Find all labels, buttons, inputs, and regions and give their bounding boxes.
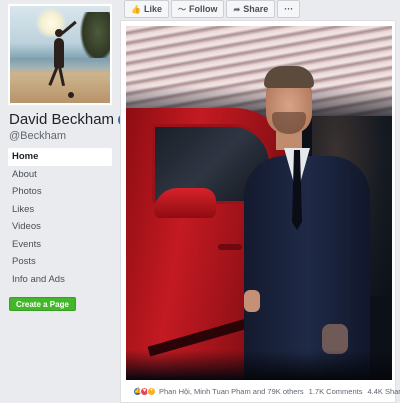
- post-counts: 1.7K Comments 4.4K Shares: [309, 387, 400, 396]
- nav-item-posts[interactable]: Posts: [8, 253, 112, 271]
- profile-photo[interactable]: [8, 4, 112, 105]
- page-name-text[interactable]: David Beckham: [9, 111, 114, 128]
- follow-button[interactable]: 〜 Follow: [170, 0, 225, 18]
- post-card: 👍 ♥ • Phan Hội, Minh Tuan Pham and 79K o…: [120, 20, 400, 403]
- photo-car-mirror: [154, 188, 216, 218]
- nav-item-events[interactable]: Events: [8, 236, 112, 254]
- photo-figure: [54, 29, 64, 68]
- share-button[interactable]: ➦ Share: [226, 0, 276, 18]
- reaction-icons[interactable]: 👍 ♥ •: [133, 387, 156, 396]
- photo-man-hair: [264, 66, 314, 88]
- photo-ball: [68, 92, 74, 98]
- photo-man-suit: [244, 156, 370, 380]
- post-photo[interactable]: [126, 26, 392, 380]
- share-label: Share: [243, 4, 269, 14]
- photo-man-hand: [244, 290, 260, 312]
- more-options-button[interactable]: ···: [277, 0, 301, 18]
- more-dots-icon: ···: [284, 4, 294, 14]
- post-reactions-bar: 👍 ♥ • Phan Hội, Minh Tuan Pham and 79K o…: [133, 387, 400, 396]
- nav-item-likes[interactable]: Likes: [8, 201, 112, 219]
- create-page-button[interactable]: Create a Page: [9, 297, 76, 311]
- comments-count[interactable]: 1.7K Comments: [309, 387, 363, 396]
- page-title[interactable]: David Beckham ✓: [9, 111, 131, 128]
- reactions-summary[interactable]: Phan Hội, Minh Tuan Pham and 79K others: [159, 387, 304, 396]
- nav-item-info-and-ads[interactable]: Info and Ads: [8, 271, 112, 289]
- rss-icon: 〜: [177, 4, 186, 14]
- page-action-bar: 👍 Like 〜 Follow ➦ Share ···: [124, 0, 301, 18]
- like-label: Like: [143, 4, 162, 14]
- photo-car-door-handle: [218, 244, 242, 250]
- wow-reaction-icon: •: [147, 387, 156, 396]
- shares-count[interactable]: 4.4K Shares: [367, 387, 400, 396]
- photo-floor: [126, 350, 392, 380]
- page-handle: @Beckham: [9, 130, 67, 142]
- nav-item-home[interactable]: Home: [8, 148, 112, 166]
- share-arrow-icon: ➦: [233, 4, 241, 14]
- nav-item-videos[interactable]: Videos: [8, 218, 112, 236]
- page-sidebar: David Beckham ✓ @Beckham Home About Phot…: [0, 0, 131, 403]
- thumbs-up-icon: 👍: [131, 4, 141, 14]
- page-nav: Home About Photos Likes Videos Events Po…: [8, 148, 112, 288]
- like-button[interactable]: 👍 Like: [124, 0, 169, 18]
- follow-label: Follow: [188, 4, 218, 14]
- nav-item-about[interactable]: About: [8, 166, 112, 184]
- photo-tree: [80, 12, 110, 62]
- nav-item-photos[interactable]: Photos: [8, 183, 112, 201]
